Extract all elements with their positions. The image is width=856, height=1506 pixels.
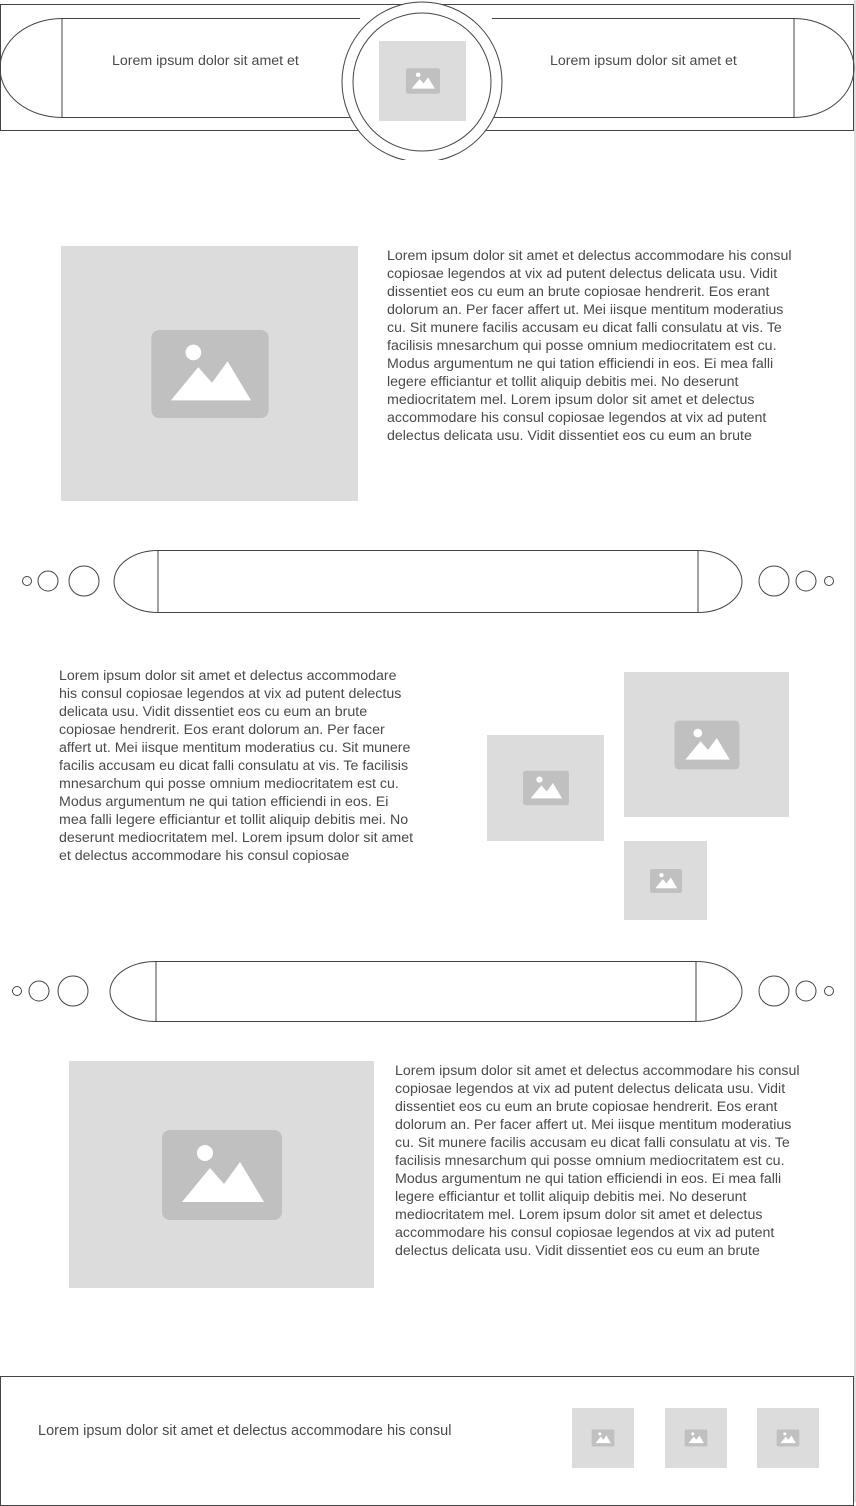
section2-image-large	[624, 672, 789, 817]
header-right-text[interactable]: Lorem ipsum dolor sit amet et	[550, 52, 750, 70]
image-placeholder-icon	[674, 720, 739, 769]
image-placeholder-icon	[777, 1430, 800, 1447]
section1-paragraph: Lorem ipsum dolor sit amet et delectus a…	[387, 248, 792, 444]
footer-image-1[interactable]	[572, 1408, 634, 1468]
image-placeholder-icon	[406, 68, 440, 94]
image-placeholder-icon	[650, 869, 682, 893]
section2-paragraph: Lorem ipsum dolor sit amet et delectus a…	[59, 668, 414, 864]
section3-paragraph: Lorem ipsum dolor sit amet et delectus a…	[395, 1063, 800, 1259]
image-placeholder-icon	[162, 1130, 282, 1220]
image-placeholder-icon	[592, 1430, 615, 1447]
section3-image	[69, 1061, 374, 1288]
footer-text: Lorem ipsum dolor sit amet et delectus a…	[38, 1423, 452, 1439]
image-placeholder-icon	[151, 330, 269, 418]
section1-image	[61, 246, 358, 501]
header-logo[interactable]	[379, 41, 466, 121]
section2-image-small	[624, 841, 707, 920]
footer-image-3[interactable]	[757, 1408, 819, 1468]
divider-2	[12, 961, 834, 1022]
footer-image-2[interactable]	[665, 1408, 727, 1468]
divider-1	[22, 550, 834, 613]
image-placeholder-icon	[523, 771, 569, 806]
section2-image-medium	[487, 735, 604, 841]
header-bar: Lorem ipsum dolor sit amet et Lorem ipsu…	[0, 0, 856, 160]
header-left-text[interactable]: Lorem ipsum dolor sit amet et	[112, 52, 312, 70]
image-placeholder-icon	[685, 1430, 708, 1447]
